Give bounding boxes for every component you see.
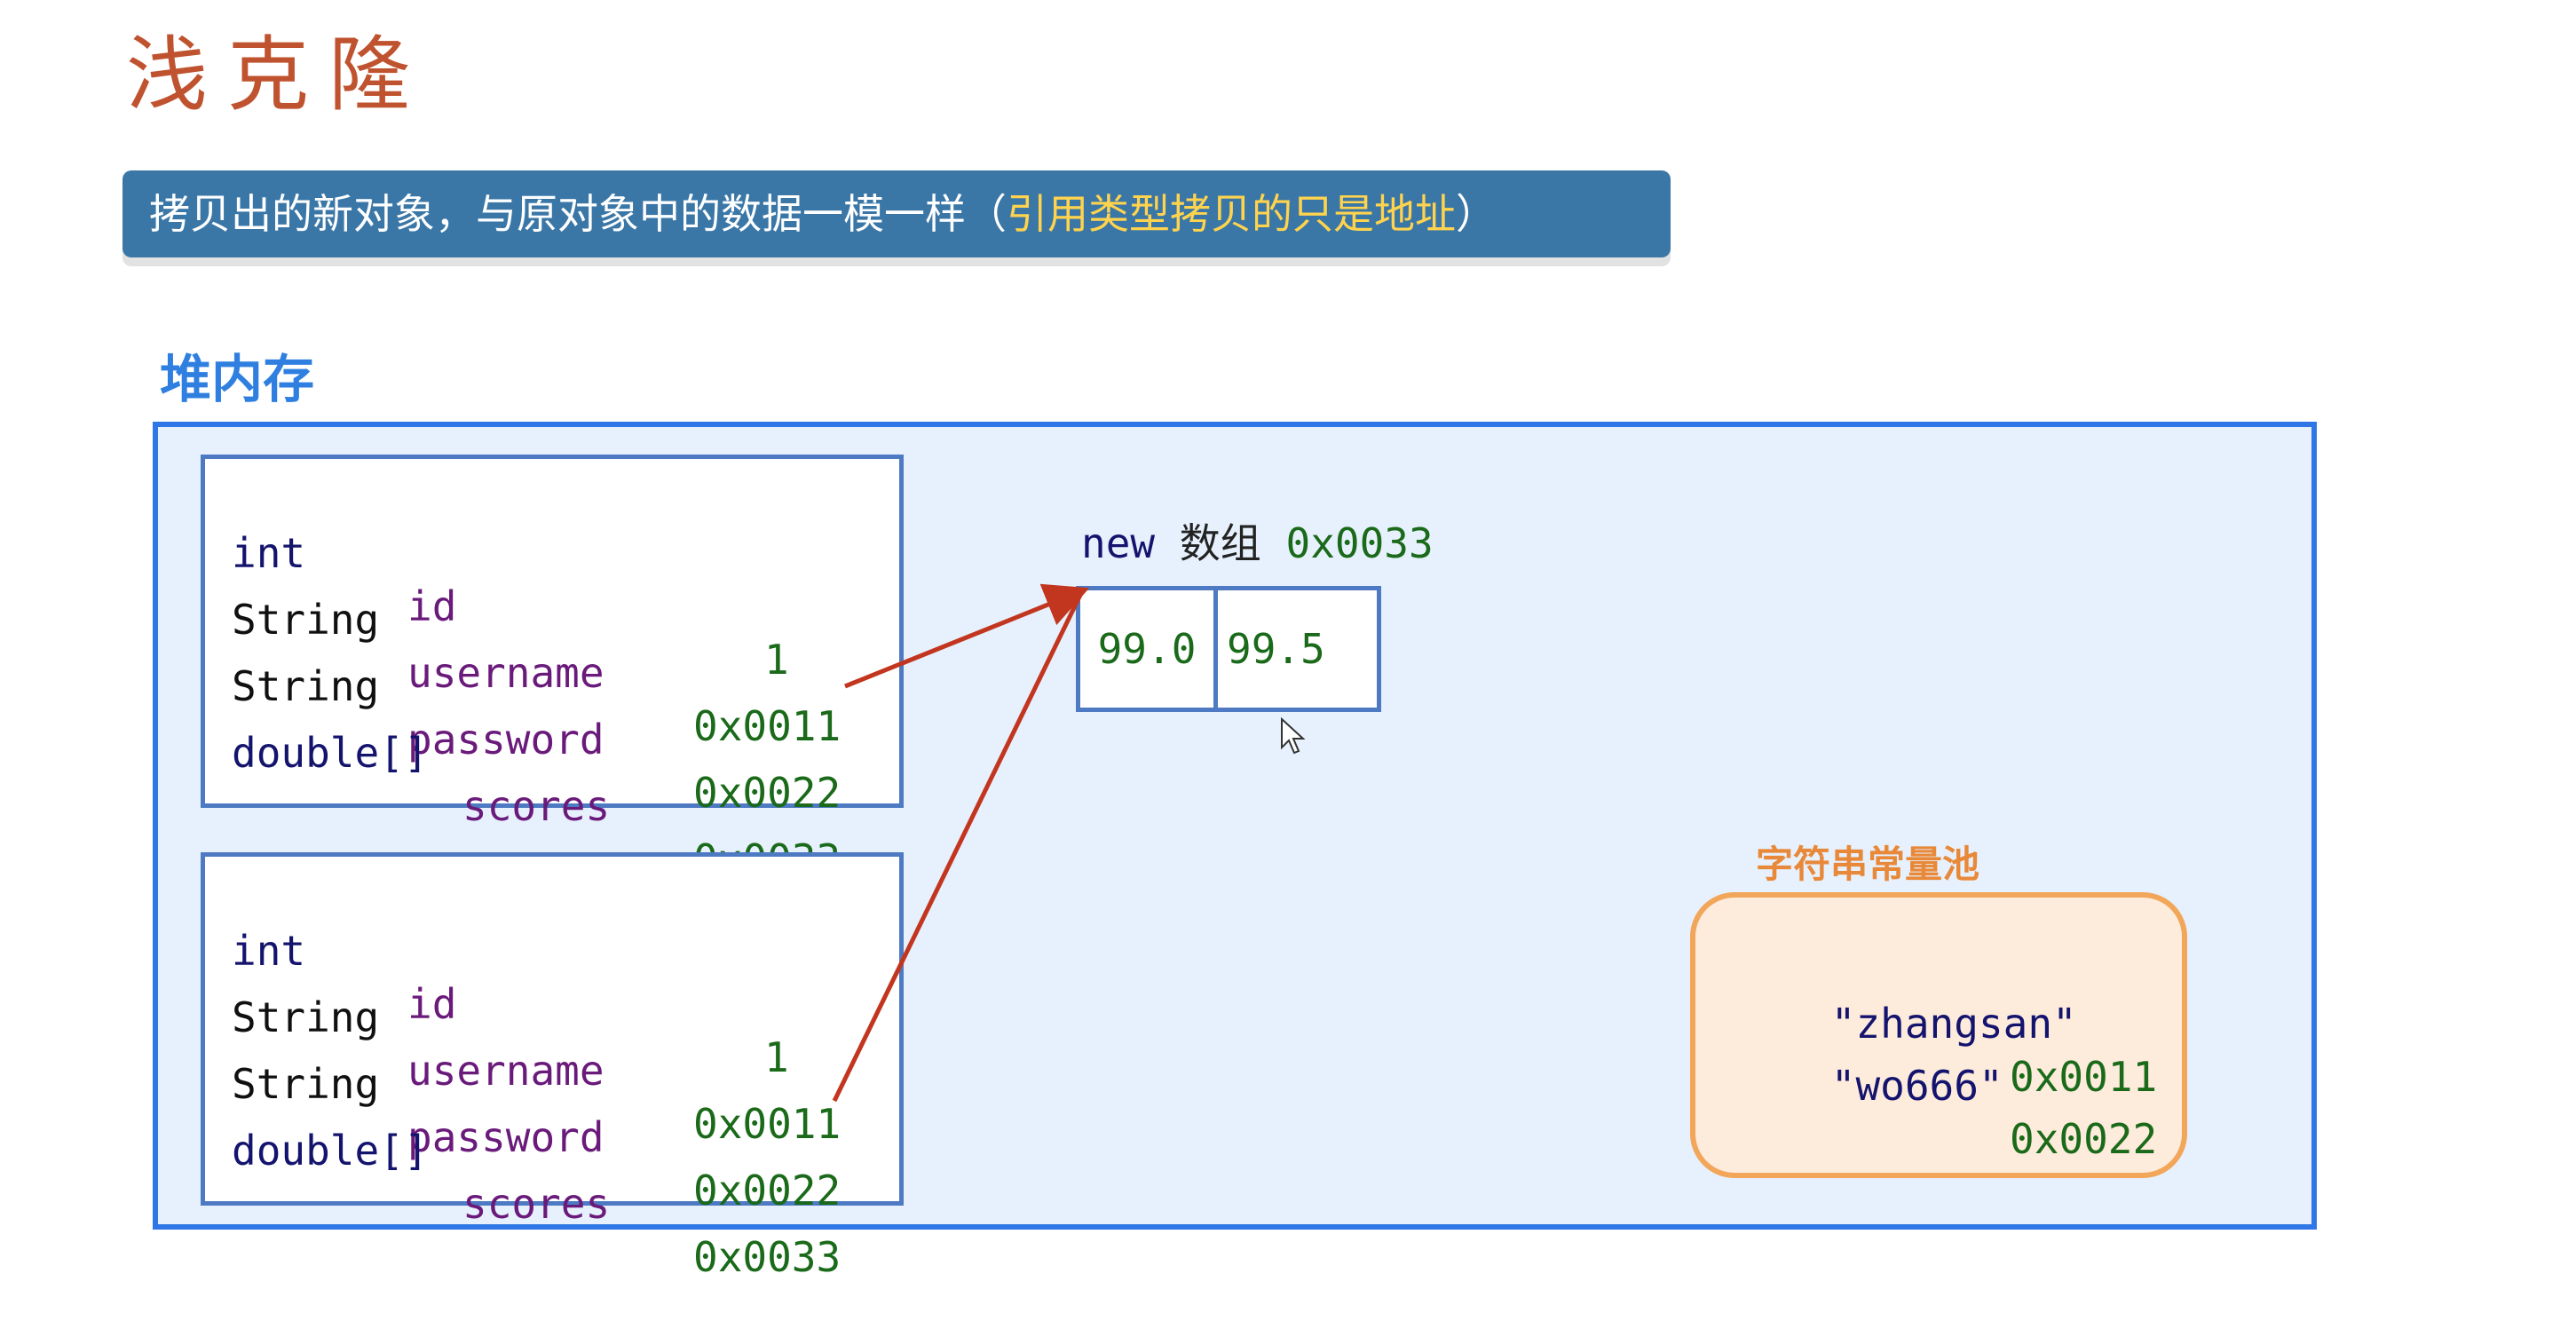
reference-arrow <box>832 588 1086 1103</box>
reference-arrows <box>832 583 1090 1103</box>
reference-arrow <box>844 583 1090 689</box>
mouse-cursor-icon <box>1281 717 1306 755</box>
